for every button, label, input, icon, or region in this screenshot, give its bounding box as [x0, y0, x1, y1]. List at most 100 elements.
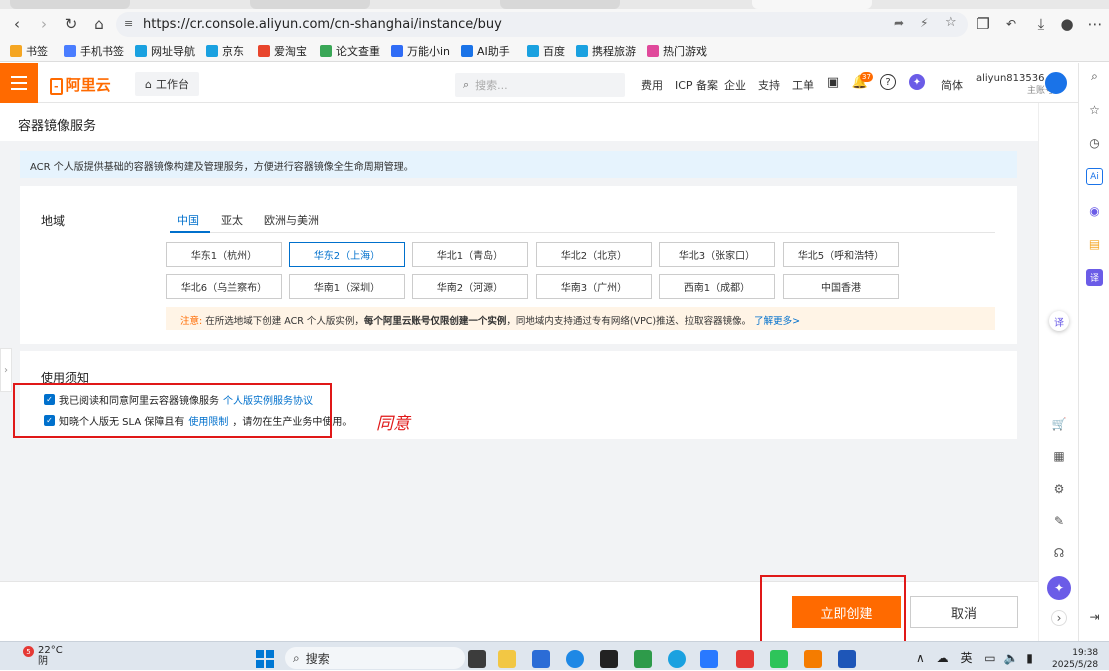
profile-icon[interactable]: ● [1056, 13, 1078, 35]
undo-icon[interactable]: ↶ [1000, 13, 1022, 35]
game-icon[interactable]: ◉ [1086, 202, 1103, 219]
toolbox-icon[interactable]: ▤ [1086, 235, 1103, 252]
region-option[interactable]: 中国香港 [783, 274, 899, 299]
task-view-icon[interactable] [468, 650, 486, 668]
lightning-icon[interactable]: ⚡ [920, 16, 928, 30]
bookmark-item[interactable]: 京东 [206, 43, 244, 59]
display-icon[interactable]: ▭ [984, 651, 995, 665]
forward-icon[interactable]: › [33, 13, 55, 35]
cloud-icon[interactable]: ☁ [937, 651, 949, 665]
nav-support[interactable]: 支持 [758, 77, 780, 93]
back-icon[interactable]: ‹ [6, 13, 28, 35]
history-icon[interactable]: ◷ [1086, 134, 1103, 151]
nav-icp[interactable]: ICP 备案 [675, 77, 718, 93]
aliyun-logo[interactable]: - 阿里云 [50, 74, 111, 95]
wechat-icon[interactable] [770, 650, 788, 668]
account-menu[interactable]: aliyun813536... 主账号 [976, 72, 1054, 98]
browser-tab[interactable] [500, 0, 620, 9]
region-option-selected[interactable]: 华东2（上海） [289, 242, 405, 267]
bookmark-item[interactable]: 网址导航 [135, 43, 195, 59]
browser-tab-active[interactable] [752, 0, 872, 9]
home-icon[interactable]: ⌂ [88, 13, 110, 35]
menu-icon[interactable] [0, 63, 38, 103]
chat-app-icon[interactable] [634, 650, 652, 668]
url-field[interactable]: ≡ https://cr.console.aliyun.com/cn-shang… [116, 12, 968, 37]
more-icon[interactable]: ⋯ [1084, 13, 1106, 35]
volume-icon[interactable]: 🔈 [1003, 651, 1018, 665]
chevron-up-icon[interactable]: ∧ [916, 651, 925, 665]
tab-asia-pacific[interactable]: 亚太 [221, 212, 243, 228]
avatar[interactable] [1045, 72, 1067, 94]
browser-tab[interactable] [250, 0, 370, 9]
region-option[interactable]: 华北1（青岛） [412, 242, 528, 267]
language-switch[interactable]: 简体 [941, 77, 963, 93]
translate-icon[interactable]: 译 [1086, 269, 1103, 286]
weather-widget[interactable]: 22°C 阴 [14, 645, 63, 667]
app-icon[interactable] [804, 650, 822, 668]
help-icon[interactable]: ? [880, 74, 896, 90]
region-option[interactable]: 华南1（深圳） [289, 274, 405, 299]
region-option[interactable]: 华北2（北京） [536, 242, 652, 267]
ime-indicator[interactable]: 英 [960, 651, 972, 665]
share-icon[interactable]: ➦ [894, 16, 904, 30]
console-search-input[interactable]: ⌕ 搜索... [455, 73, 625, 97]
download-icon[interactable]: ⤓ [1030, 13, 1052, 35]
feishu-icon[interactable] [700, 650, 718, 668]
sidebar-collapse-icon[interactable]: ⇥ [1086, 608, 1103, 625]
bookmark-item[interactable]: AI助手 [461, 43, 510, 59]
region-option[interactable]: 华北5（呼和浩特） [783, 242, 899, 267]
favorite-star-icon[interactable]: ☆ [945, 15, 957, 30]
bookmark-item[interactable]: 万能小in [391, 43, 450, 59]
assistant-icon[interactable]: ✦ [909, 74, 925, 90]
settings-icon[interactable]: ⚙ [1051, 481, 1067, 497]
word-icon[interactable] [838, 650, 856, 668]
bookmark-item[interactable]: 书签 [10, 43, 48, 59]
file-explorer-icon[interactable] [498, 650, 516, 668]
sidebar-expand-icon[interactable]: › [0, 348, 12, 392]
region-option[interactable]: 华北3（张家口） [659, 242, 775, 267]
browser-icon[interactable] [668, 650, 686, 668]
extensions-icon[interactable]: ❐ [972, 13, 994, 35]
reload-icon[interactable]: ↻ [60, 13, 82, 35]
bookmark-item[interactable]: 手机书签 [64, 43, 124, 59]
bookmark-item[interactable]: 热门游戏 [647, 43, 707, 59]
nav-ticket[interactable]: 工单 [792, 77, 814, 93]
region-option[interactable]: 华北6（乌兰察布） [166, 274, 282, 299]
region-option[interactable]: 华东1（杭州） [166, 242, 282, 267]
chip-icon[interactable]: ▦ [1051, 448, 1067, 464]
clock[interactable]: 19:38 2025/5/28 [1052, 647, 1098, 671]
ai-icon[interactable]: Ai [1086, 168, 1103, 185]
store-icon[interactable] [532, 650, 550, 668]
region-option[interactable]: 华南2（河源） [412, 274, 528, 299]
region-option[interactable]: 华南3（广州） [536, 274, 652, 299]
browser-tab[interactable] [10, 0, 130, 9]
bookmark-item[interactable]: 百度 [527, 43, 565, 59]
terminal-icon[interactable]: ▣ [825, 74, 841, 90]
bookmark-item[interactable]: 爱淘宝 [258, 43, 307, 59]
bookmark-item[interactable]: 论文查重 [320, 43, 380, 59]
workbench-button[interactable]: ⌂ 工作台 [135, 72, 199, 96]
search-icon[interactable]: ⌕ [1086, 68, 1103, 85]
region-option[interactable]: 西南1（成都） [659, 274, 775, 299]
cancel-button[interactable]: 取消 [910, 596, 1018, 628]
taskbar-search[interactable]: ⌕ 搜索 [285, 647, 465, 669]
site-info-icon[interactable]: ≡ [124, 17, 133, 30]
translate-icon[interactable]: 译 [1049, 311, 1069, 331]
edit-icon[interactable]: ✎ [1051, 513, 1067, 529]
tab-europe-americas[interactable]: 欧洲与美洲 [264, 212, 319, 228]
nav-enterprise[interactable]: 企业 [724, 77, 746, 93]
battery-icon[interactable]: ▮ [1026, 651, 1033, 665]
app-icon[interactable] [600, 650, 618, 668]
ai-assistant-icon[interactable]: ✦ [1047, 576, 1071, 600]
cart-icon[interactable]: 🛒 [1051, 416, 1067, 432]
collapse-icon[interactable]: › [1051, 610, 1067, 626]
tab-china[interactable]: 中国 [177, 212, 199, 228]
headset-icon[interactable]: ☊ [1051, 545, 1067, 561]
wps-icon[interactable] [736, 650, 754, 668]
nav-fees[interactable]: 费用 [641, 77, 663, 93]
learn-more-link[interactable]: 了解更多> [754, 316, 800, 327]
windows-start-icon[interactable] [256, 650, 274, 668]
bookmark-item[interactable]: 携程旅游 [576, 43, 636, 59]
c-app-icon[interactable] [566, 650, 584, 668]
star-icon[interactable]: ☆ [1086, 101, 1103, 118]
